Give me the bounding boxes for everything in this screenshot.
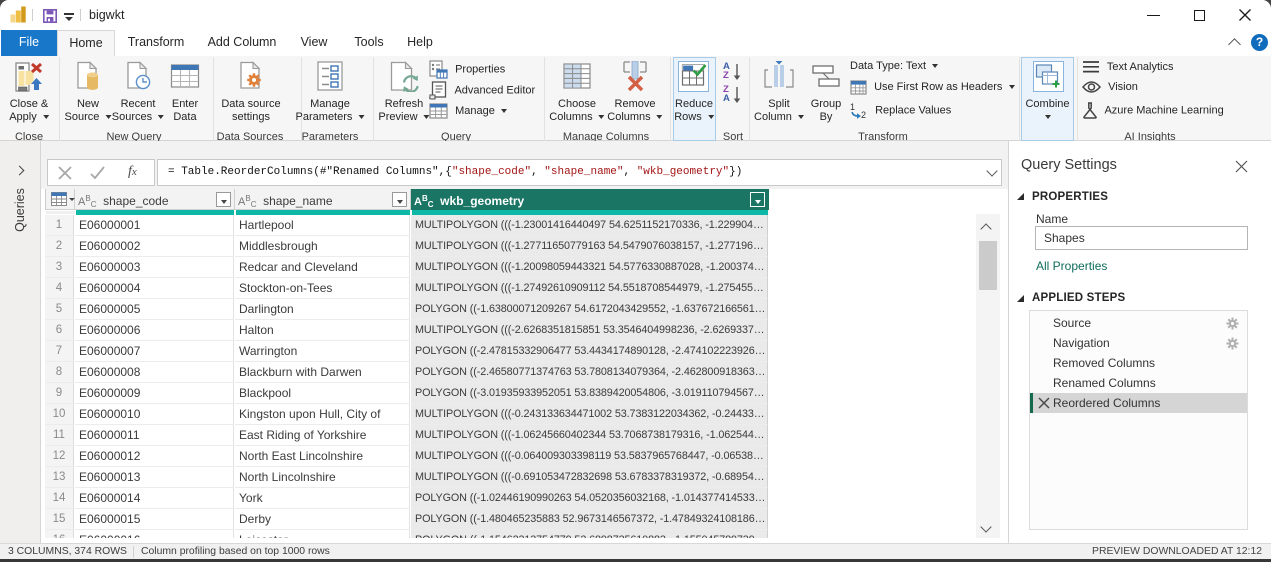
svg-text:1: 1 [850, 102, 855, 112]
svg-text:2: 2 [861, 110, 866, 119]
